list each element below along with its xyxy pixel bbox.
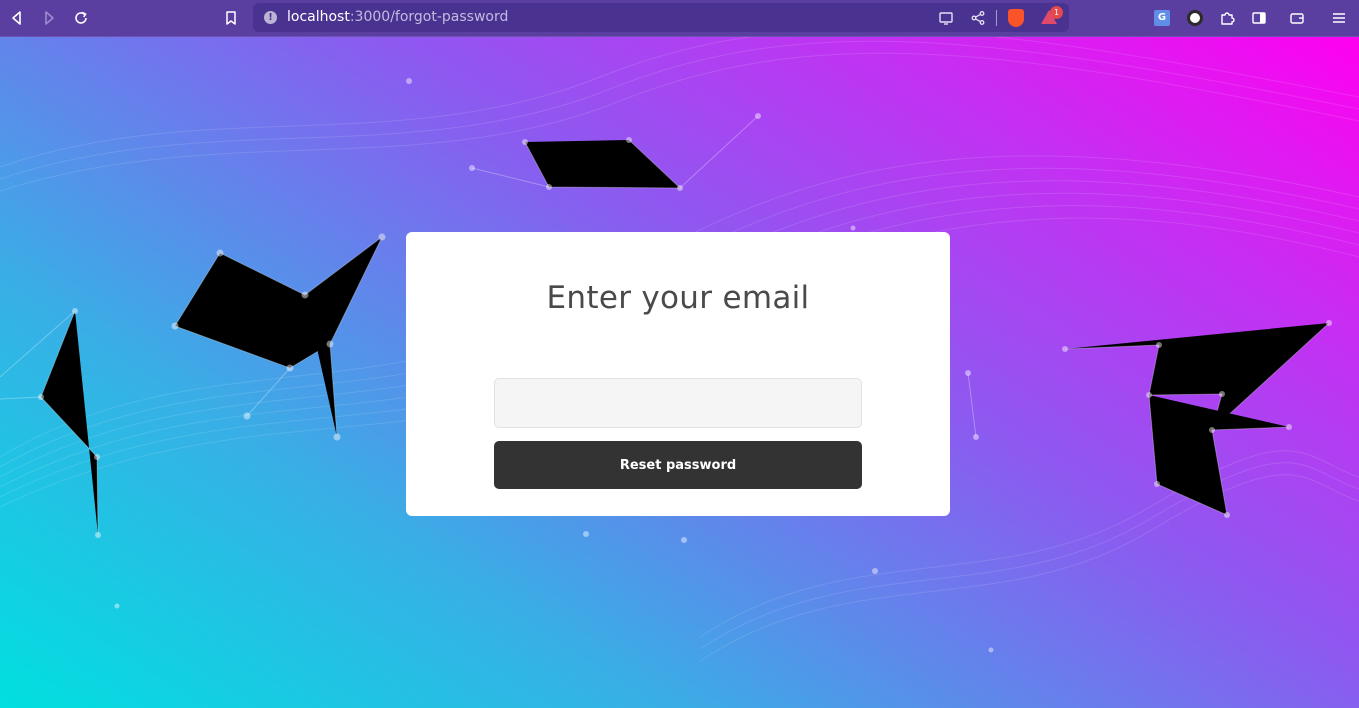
back-icon	[12, 11, 21, 25]
wallet-button[interactable]	[1285, 6, 1309, 30]
share-icon	[971, 11, 985, 25]
email-field[interactable]	[494, 378, 862, 428]
bookmark-button[interactable]	[219, 6, 243, 30]
back-button[interactable]	[5, 6, 29, 30]
page-title: Enter your email	[546, 280, 810, 316]
url-divider	[996, 10, 997, 26]
reload-icon	[75, 11, 87, 24]
share-button[interactable]	[966, 6, 990, 30]
forward-icon	[45, 11, 54, 25]
extensions-button[interactable]	[1215, 6, 1239, 30]
extension-icon[interactable]	[1187, 10, 1203, 26]
url-path: :3000/forgot-password	[349, 9, 509, 25]
sidebar-button[interactable]	[1247, 6, 1271, 30]
forgot-password-card: Enter your email Reset password	[406, 232, 950, 516]
rewards-badge: 1	[1050, 6, 1063, 19]
forward-button[interactable]	[37, 6, 61, 30]
sidebar-icon	[1252, 12, 1266, 24]
page-background: Enter your email Reset password	[0, 37, 1359, 708]
site-info-icon[interactable]: !	[264, 11, 277, 24]
address-bar[interactable]: ! localhost:3000/forgot-password 1	[253, 3, 1069, 32]
menu-button[interactable]	[1327, 6, 1351, 30]
reset-password-button[interactable]: Reset password	[494, 441, 862, 489]
bookmark-icon	[226, 11, 236, 25]
puzzle-icon	[1221, 12, 1235, 25]
url-text[interactable]: localhost:3000/forgot-password	[287, 9, 508, 25]
menu-icon	[1333, 13, 1345, 23]
browser-toolbar: ! localhost:3000/forgot-password 1 G	[0, 0, 1359, 37]
reload-button[interactable]	[69, 6, 93, 30]
url-host: localhost	[287, 9, 350, 25]
translate-extension-icon[interactable]: G	[1154, 10, 1170, 26]
wallet-icon	[1290, 13, 1304, 24]
brave-shields-icon[interactable]	[1008, 9, 1024, 27]
cast-icon	[939, 12, 953, 25]
cast-button[interactable]	[934, 6, 958, 30]
